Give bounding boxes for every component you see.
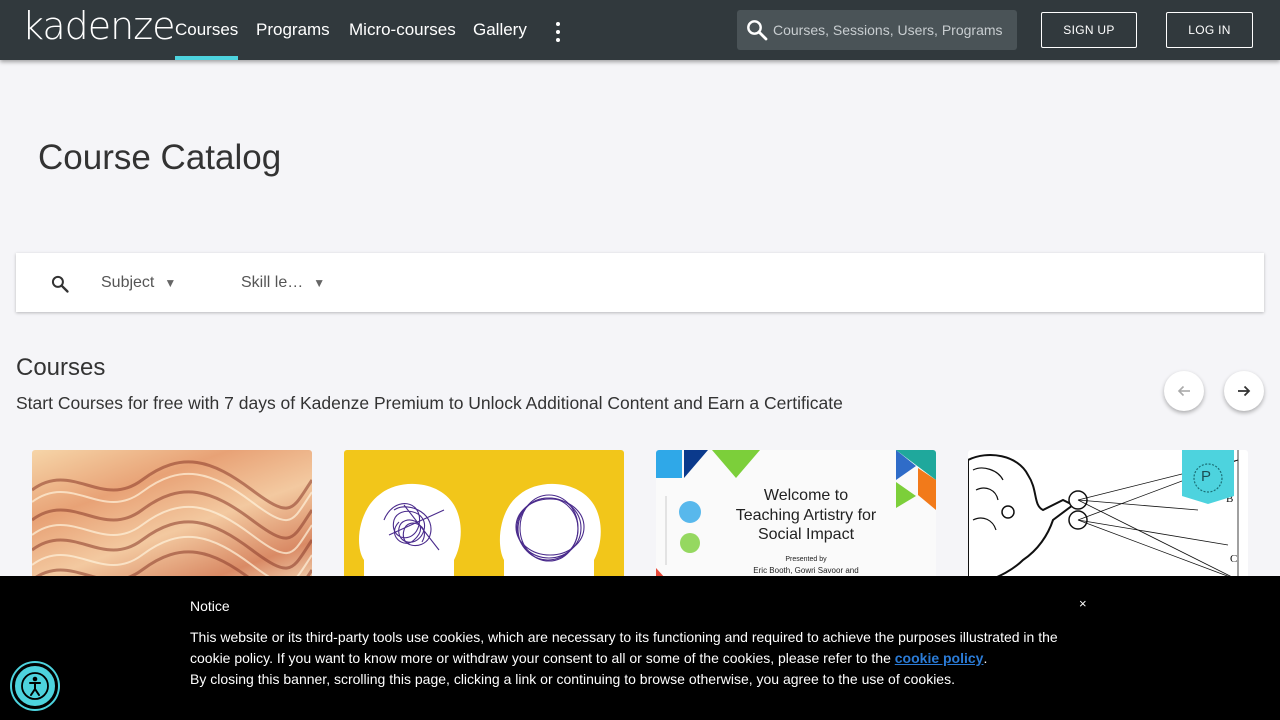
nav-gallery[interactable]: Gallery [473,0,527,60]
two-heads-image [359,483,601,590]
search-icon [747,20,768,41]
accessibility-button[interactable] [12,663,58,709]
close-icon[interactable]: × [1079,596,1087,611]
abstract-waves-image [32,460,312,590]
skill-level-label: Skill le… [241,273,304,291]
cookie-policy-link[interactable]: cookie policy [895,650,984,666]
search-input[interactable] [773,10,1009,50]
course-card-vintage-optics[interactable]: B C P [968,450,1248,590]
log-in-button[interactable]: LOG IN [1166,12,1253,48]
more-vertical-icon[interactable] [549,18,567,44]
svg-text:C: C [1230,553,1237,565]
cookie-text-3: By closing this banner, scrolling this p… [190,671,955,687]
filter-search-icon[interactable] [50,274,70,294]
course-card-teaching-artistry[interactable]: Welcome to Teaching Artistry for Social … [656,450,936,590]
sign-up-button[interactable]: SIGN UP [1041,12,1137,48]
carousel-next-button[interactable] [1224,371,1264,411]
course-card-abstract-waves[interactable] [32,450,312,590]
teaching-artistry-image: Welcome to Teaching Artistry for Social … [656,450,936,590]
svg-text:Teaching Artistry for: Teaching Artistry for [736,507,877,524]
cookie-banner: Notice × This website or its third-party… [0,576,1280,720]
course-card-two-heads[interactable] [344,450,624,590]
filter-bar: Subject ▼ Skill le… ▼ [16,253,1264,312]
search-box[interactable] [737,10,1017,50]
page-title: Course Catalog [38,138,282,177]
subject-dropdown[interactable]: Subject ▼ [101,253,176,312]
arrow-right-icon [1238,385,1251,397]
arrow-left-icon [1177,385,1190,397]
nav-programs[interactable]: Programs [256,0,330,60]
chevron-down-icon: ▼ [164,275,177,290]
top-navbar: kadenze Courses Programs Micro-courses G… [0,0,1280,60]
courses-section-subtitle: Start Courses for free with 7 days of Ka… [16,393,843,413]
svg-text:Eric Booth, Gowri Savoor and: Eric Booth, Gowri Savoor and [753,566,858,575]
cookie-notice-title: Notice [190,598,230,614]
courses-section-title: Courses [16,354,106,381]
accessibility-icon [21,672,49,700]
carousel-prev-button[interactable] [1164,371,1204,411]
nav-micro-courses[interactable]: Micro-courses [349,0,456,60]
chevron-down-icon: ▼ [313,275,326,290]
cookie-notice-text: This website or its third-party tools us… [190,627,1070,690]
premium-badge: P [1201,468,1212,485]
skill-level-dropdown[interactable]: Skill le… ▼ [241,253,325,312]
kadenze-logo[interactable]: kadenze [22,4,176,48]
svg-text:Presented by: Presented by [785,556,827,563]
cookie-text-period: . [983,650,988,666]
subject-label: Subject [101,273,155,291]
nav-courses[interactable]: Courses [175,0,239,60]
svg-text:Social Impact: Social Impact [758,526,855,543]
svg-text:Welcome to: Welcome to [764,487,848,504]
